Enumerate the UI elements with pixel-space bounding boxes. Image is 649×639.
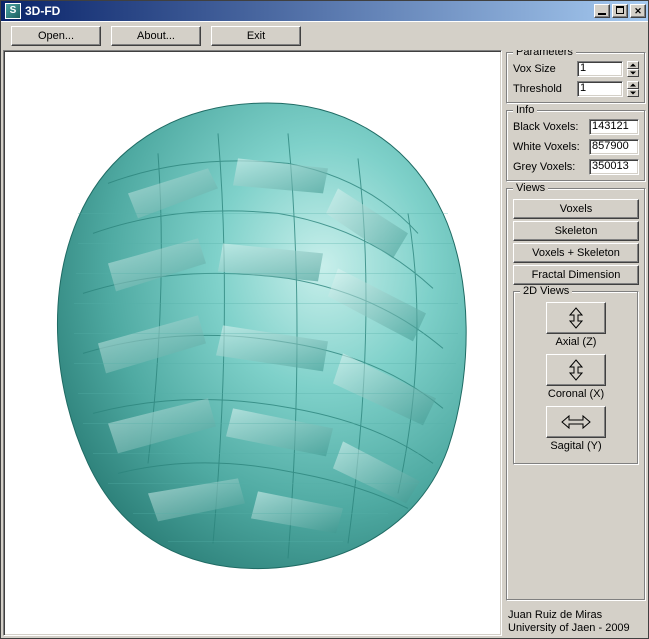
parameters-legend: Parameters (513, 50, 576, 58)
black-voxels-label: Black Voxels: (513, 121, 585, 133)
title-bar[interactable]: S 3D-FD (1, 1, 648, 21)
chevron-down-icon[interactable] (627, 69, 639, 77)
footer-credits: Juan Ruiz de Miras University of Jaen - … (506, 607, 646, 637)
coronal-button[interactable] (546, 354, 606, 386)
vox-size-spinner[interactable] (627, 61, 639, 77)
vox-size-input[interactable]: 1 (577, 61, 623, 77)
views-legend: Views (513, 182, 548, 194)
author-affiliation: University of Jaen - 2009 (508, 622, 644, 636)
threshold-input[interactable]: 1 (577, 81, 623, 97)
voxels-button[interactable]: Voxels (513, 199, 639, 219)
maximize-button[interactable] (612, 4, 628, 18)
app-icon: S (5, 3, 21, 19)
viewport-3d[interactable] (3, 50, 502, 636)
arrow-vertical-icon (559, 358, 593, 382)
voxels-skeleton-button[interactable]: Voxels + Skeleton (513, 243, 639, 263)
white-voxels-label: White Voxels: (513, 141, 585, 153)
black-voxels-value: 143121 (589, 119, 639, 135)
grey-voxels-value: 350013 (589, 159, 639, 175)
info-legend: Info (513, 104, 537, 116)
voxel-render (38, 93, 468, 573)
side-panel: Parameters Vox Size 1 Threshold 1 (506, 50, 646, 636)
white-voxels-value: 857900 (589, 139, 639, 155)
exit-button[interactable]: Exit (211, 26, 301, 46)
app-window: S 3D-FD Open... About... Exit (0, 0, 649, 639)
arrow-vertical-icon (559, 306, 593, 330)
2d-views-group: 2D Views Axial (Z) Coronal ( (513, 291, 639, 465)
threshold-label: Threshold (513, 83, 573, 95)
vox-size-label: Vox Size (513, 63, 573, 75)
skeleton-button[interactable]: Skeleton (513, 221, 639, 241)
close-button[interactable] (630, 4, 646, 18)
parameters-group: Parameters Vox Size 1 Threshold 1 (506, 52, 646, 104)
threshold-spinner[interactable] (627, 81, 639, 97)
2d-views-legend: 2D Views (520, 285, 572, 297)
arrow-horizontal-icon (559, 410, 593, 434)
author-name: Juan Ruiz de Miras (508, 609, 644, 623)
chevron-up-icon[interactable] (627, 61, 639, 69)
axial-label: Axial (Z) (520, 336, 632, 348)
toolbar: Open... About... Exit (1, 22, 648, 50)
about-button[interactable]: About... (111, 26, 201, 46)
views-group: Views Voxels Skeleton Voxels + Skeleton … (506, 188, 646, 601)
sagital-button[interactable] (546, 406, 606, 438)
window-title: 3D-FD (25, 4, 594, 18)
axial-button[interactable] (546, 302, 606, 334)
chevron-down-icon[interactable] (627, 89, 639, 97)
sagital-label: Sagital (Y) (520, 440, 632, 452)
coronal-label: Coronal (X) (520, 388, 632, 400)
client-area: Open... About... Exit (1, 21, 648, 638)
info-group: Info Black Voxels: 143121 White Voxels: … (506, 110, 646, 182)
open-button[interactable]: Open... (11, 26, 101, 46)
fractal-dimension-button[interactable]: Fractal Dimension (513, 265, 639, 285)
chevron-up-icon[interactable] (627, 81, 639, 89)
grey-voxels-label: Grey Voxels: (513, 161, 585, 173)
minimize-button[interactable] (594, 4, 610, 18)
